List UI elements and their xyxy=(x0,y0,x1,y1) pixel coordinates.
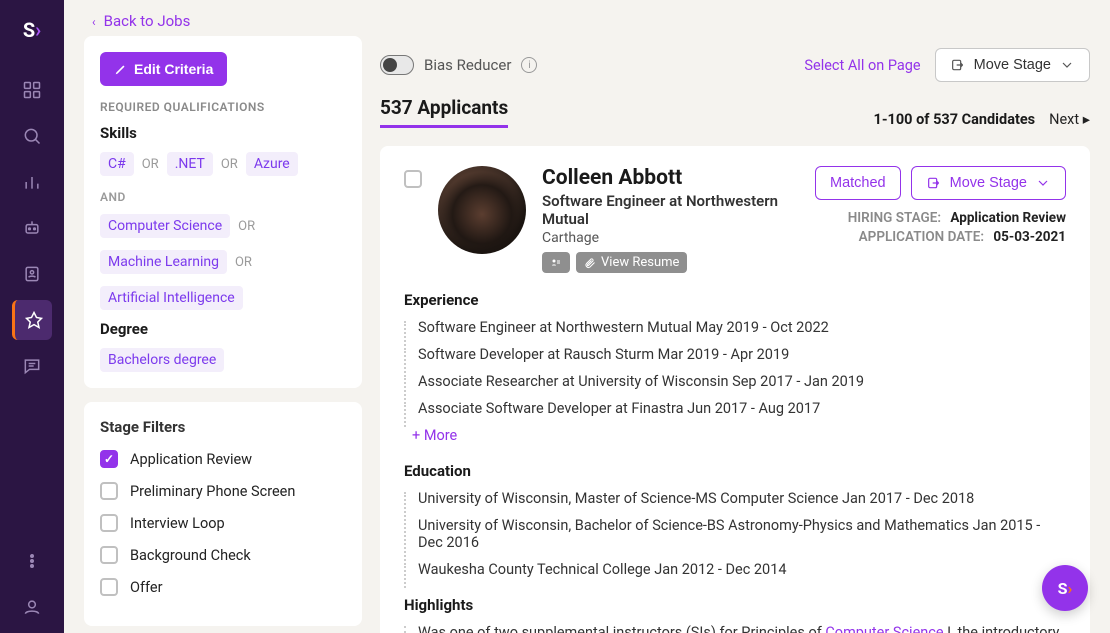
skill-tag[interactable]: .NET xyxy=(167,152,213,176)
stage-filter-label: Application Review xyxy=(130,451,252,468)
checkbox-icon[interactable] xyxy=(100,514,118,532)
checkbox-icon[interactable] xyxy=(100,450,118,468)
highlight-term: Computer Science xyxy=(825,624,943,633)
stage-filter-row[interactable]: Offer xyxy=(100,578,346,596)
skill-tag[interactable]: Artificial Intelligence xyxy=(100,286,243,310)
rail-more-icon[interactable] xyxy=(12,541,52,581)
checkbox-icon[interactable] xyxy=(100,546,118,564)
rail-analytics-icon[interactable] xyxy=(12,162,52,202)
rail-star-icon[interactable] xyxy=(12,300,52,340)
experience-item: Associate Researcher at University of Wi… xyxy=(404,373,1066,390)
education-item: University of Wisconsin, Bachelor of Sci… xyxy=(404,517,1066,551)
skill-tag[interactable]: Azure xyxy=(246,152,298,176)
next-page-link[interactable]: Next ▸ xyxy=(1049,111,1090,128)
education-item: Waukesha County Technical College Jan 20… xyxy=(404,561,1066,578)
chevron-down-icon xyxy=(1035,175,1051,191)
bias-reducer-toggle: Bias Reducer i xyxy=(380,55,537,75)
chevron-down-icon xyxy=(1059,57,1075,73)
paperclip-icon xyxy=(584,257,596,269)
checkbox-icon[interactable] xyxy=(100,578,118,596)
education-heading: Education xyxy=(404,462,1066,480)
stage-filters-card: Stage Filters Application Review Prelimi… xyxy=(84,402,362,626)
stage-filter-row[interactable]: Interview Loop xyxy=(100,514,346,532)
move-icon xyxy=(926,175,942,191)
stage-filter-label: Interview Loop xyxy=(130,515,225,532)
candidate-checkbox[interactable] xyxy=(404,170,422,188)
nav-rail: S› xyxy=(0,0,64,633)
application-date-label: APPLICATION DATE: xyxy=(859,229,984,245)
degree-tag[interactable]: Bachelors degree xyxy=(100,348,224,372)
stage-filter-label: Offer xyxy=(130,579,163,596)
stage-filter-row[interactable]: Background Check xyxy=(100,546,346,564)
chat-fab[interactable]: S› xyxy=(1042,565,1088,611)
chevron-left-icon: ‹ xyxy=(92,15,96,29)
edit-criteria-button[interactable]: Edit Criteria xyxy=(100,52,227,86)
experience-heading: Experience xyxy=(404,291,1066,309)
move-icon xyxy=(950,57,966,73)
stage-filter-row[interactable]: Application Review xyxy=(100,450,346,468)
or-operator: OR xyxy=(221,157,238,172)
skill-tag[interactable]: Computer Science xyxy=(100,214,230,238)
candidate-move-stage-button[interactable]: Move Stage xyxy=(911,166,1066,200)
rail-dashboard-icon[interactable] xyxy=(12,70,52,110)
applicants-count: 537 Applicants xyxy=(380,96,508,128)
skills-heading: Skills xyxy=(100,124,346,142)
more-experience-link[interactable]: + More xyxy=(412,427,1066,444)
rail-bot-icon[interactable] xyxy=(12,208,52,248)
checkbox-icon[interactable] xyxy=(100,482,118,500)
degree-heading: Degree xyxy=(100,320,346,338)
candidate-location: Carthage xyxy=(542,230,799,246)
rail-user-icon[interactable] xyxy=(12,587,52,627)
hiring-stage-label: HIRING STAGE: xyxy=(848,210,941,226)
brand-logo: S› xyxy=(23,18,41,42)
matched-badge[interactable]: Matched xyxy=(815,166,901,200)
skill-tag[interactable]: C# xyxy=(100,152,134,176)
rail-profile-icon[interactable] xyxy=(12,254,52,294)
toggle-switch[interactable] xyxy=(380,55,414,75)
select-all-link[interactable]: Select All on Page xyxy=(804,57,920,74)
avatar xyxy=(438,166,526,254)
and-operator: AND xyxy=(100,190,346,204)
stage-filters-heading: Stage Filters xyxy=(100,418,346,436)
rail-chat-icon[interactable] xyxy=(12,346,52,386)
criteria-card: Edit Criteria REQUIRED QUALIFICATIONS Sk… xyxy=(84,36,362,388)
page-range: 1-100 of 537 Candidates xyxy=(874,111,1036,128)
or-operator: OR xyxy=(235,255,252,270)
application-date-value: 05-03-2021 xyxy=(993,229,1066,245)
info-icon[interactable]: i xyxy=(521,57,537,73)
pencil-icon xyxy=(114,62,128,76)
highlight-item: Was one of two supplemental instructors … xyxy=(404,624,1066,633)
skills-row-1: C# OR .NET OR Azure xyxy=(100,152,346,176)
candidate-card: Colleen Abbott Software Engineer at Nort… xyxy=(380,146,1090,633)
education-item: University of Wisconsin, Master of Scien… xyxy=(404,490,1066,507)
required-qual-label: REQUIRED QUALIFICATIONS xyxy=(100,100,346,114)
experience-item: Associate Software Developer at Finastra… xyxy=(404,400,1066,417)
person-icon xyxy=(550,257,562,269)
or-operator: OR xyxy=(142,157,159,172)
rail-search-icon[interactable] xyxy=(12,116,52,156)
back-to-jobs-link[interactable]: ‹Back to Jobs xyxy=(92,12,190,30)
bias-reducer-label: Bias Reducer xyxy=(424,56,511,74)
skill-tag[interactable]: Machine Learning xyxy=(100,250,227,274)
candidate-name: Colleen Abbott xyxy=(542,166,799,190)
or-operator: OR xyxy=(238,219,255,234)
stage-filter-label: Background Check xyxy=(130,547,251,564)
experience-item: Software Developer at Rausch Sturm Mar 2… xyxy=(404,346,1066,363)
experience-item: Software Engineer at Northwestern Mutual… xyxy=(404,319,1066,336)
view-resume-button[interactable]: View Resume xyxy=(576,252,687,273)
highlights-heading: Highlights xyxy=(404,596,1066,614)
hiring-stage-value: Application Review xyxy=(950,210,1066,226)
stage-filter-label: Preliminary Phone Screen xyxy=(130,483,295,500)
skills-row-2: Computer Science OR Machine Learning OR … xyxy=(100,214,346,310)
move-stage-button[interactable]: Move Stage xyxy=(935,48,1090,82)
candidate-title: Software Engineer at Northwestern Mutual xyxy=(542,192,799,228)
profile-badge[interactable] xyxy=(542,252,570,273)
stage-filter-row[interactable]: Preliminary Phone Screen xyxy=(100,482,346,500)
